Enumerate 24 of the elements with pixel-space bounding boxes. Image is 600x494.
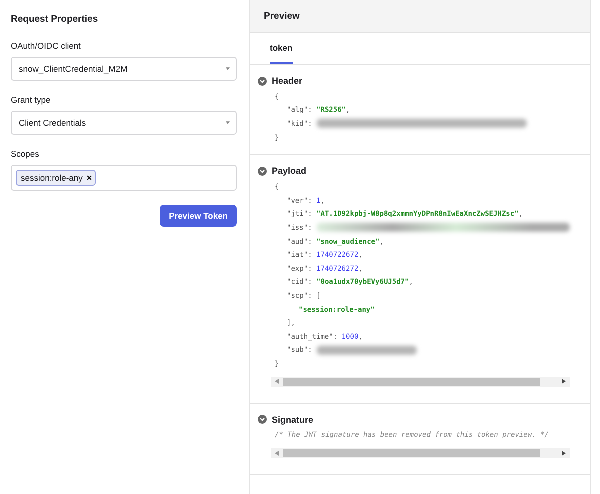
collapse-toggle-icon[interactable] [258,415,267,424]
field-label: OAuth/OIDC client [11,41,82,51]
horizontal-scrollbar[interactable] [271,448,570,458]
section-title: Payload [272,166,307,176]
tag-input-field[interactable]: session:role-any × [11,165,237,191]
select-field[interactable]: Client Credentials [11,111,237,135]
horizontal-scrollbar[interactable] [271,376,570,387]
scope-tag: session:role-any × [16,170,96,186]
section-title: Signature [272,414,314,425]
collapse-toggle-icon[interactable] [258,166,267,176]
remove-tag-button[interactable]: × [86,174,92,182]
preview-token-button[interactable]: Preview Token [160,205,237,227]
collapse-toggle-icon[interactable] [258,76,267,86]
panel-title: Request Properties [11,14,100,25]
field-label: Grant type [11,95,52,105]
scroll-right-icon[interactable] [562,450,566,456]
caret-icon [226,67,230,71]
scroll-right-icon[interactable] [562,379,566,384]
caret-icon [226,121,230,125]
field-label: Scopes [11,149,40,159]
section-title: Header [272,76,303,86]
tab[interactable]: token [270,33,293,64]
panel-title: Preview [264,10,300,22]
select-field[interactable]: snow_ClientCredential_M2M [11,57,237,81]
